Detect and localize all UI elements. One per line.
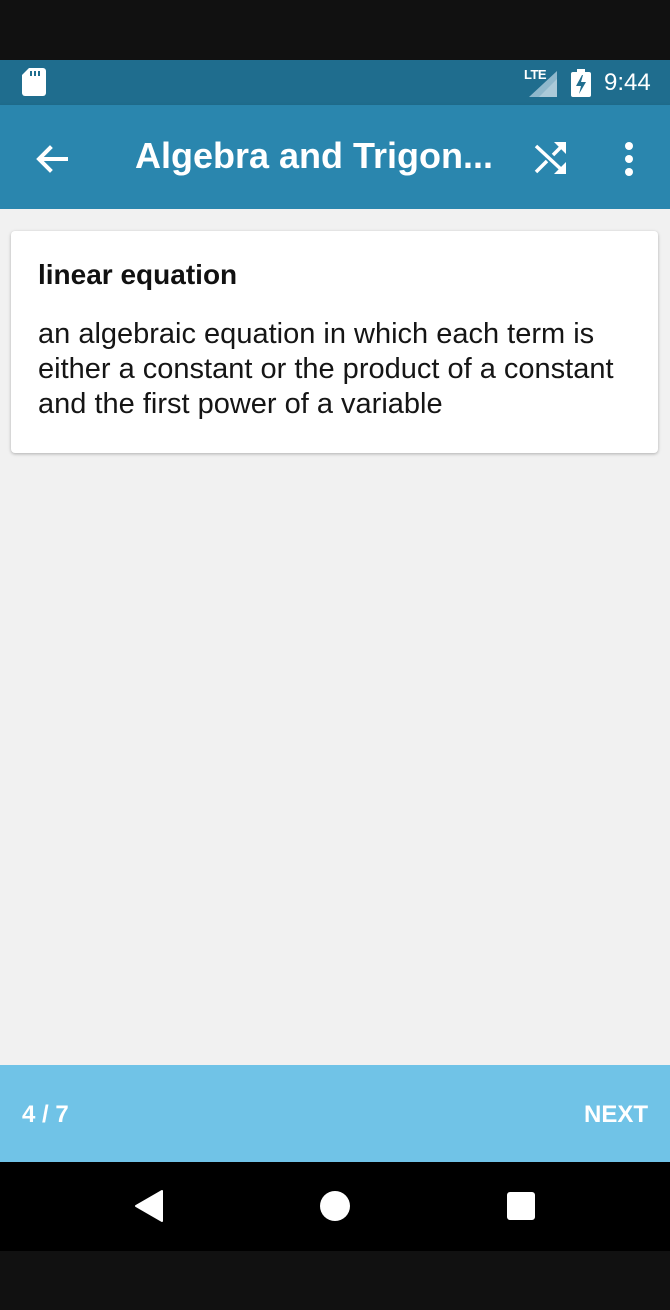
flashcard[interactable]: linear equation an algebraic equation in… [11,231,658,453]
footer-bar: 4 / 7 NEXT [0,1065,670,1162]
battery-charging-icon [571,69,591,97]
back-arrow-icon[interactable] [30,137,74,181]
next-button[interactable]: NEXT [584,1101,648,1129]
card-counter: 4 / 7 [22,1101,69,1128]
nav-recents-icon[interactable] [507,1192,535,1220]
sd-card-icon [22,68,46,96]
app-bar: Algebra and Trigon... [0,105,670,209]
more-vert-icon[interactable] [612,138,646,180]
system-nav-bar [0,1162,670,1251]
signal-icon [529,71,557,97]
shuffle-icon[interactable] [530,138,572,180]
nav-home-icon[interactable] [319,1190,351,1222]
card-term: linear equation [38,259,238,290]
bottom-spacer [0,1251,670,1310]
page-title: Algebra and Trigon... [135,135,494,176]
nav-back-icon[interactable] [134,1189,164,1223]
card-definition: an algebraic equation in which each term… [38,318,614,420]
content-area: linear equation an algebraic equation in… [0,209,670,1065]
top-spacer [0,0,670,60]
status-bar: LTE 9:44 [0,60,670,105]
clock: 9:44 [604,69,651,96]
